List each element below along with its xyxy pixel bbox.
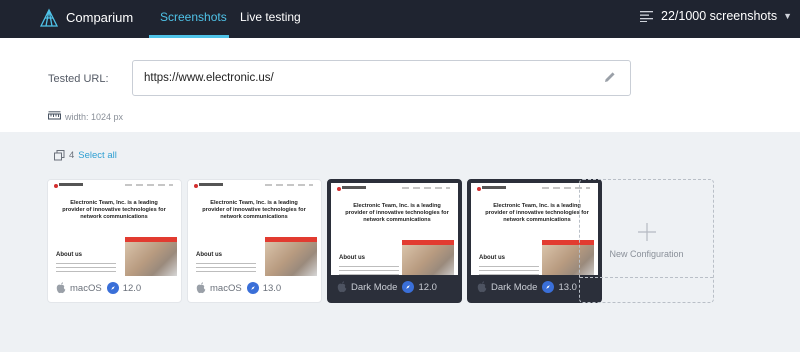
- tested-url-input[interactable]: https://www.electronic.us/: [132, 60, 631, 96]
- safari-icon: [106, 282, 119, 294]
- comparium-logo-icon[interactable]: [38, 7, 60, 29]
- screenshot-thumbnail: Electronic Team, Inc. is a leading provi…: [331, 183, 458, 275]
- screenshot-card[interactable]: Electronic Team, Inc. is a leading provi…: [187, 179, 322, 303]
- thumbnail-headline: Electronic Team, Inc. is a leading provi…: [485, 203, 589, 223]
- apple-icon: [56, 282, 66, 294]
- safari-icon: [246, 282, 259, 294]
- thumbnail-about: About us: [56, 252, 82, 258]
- os-label: Dark Mode: [491, 281, 538, 293]
- safari-icon: [402, 281, 415, 293]
- divider: [580, 277, 713, 278]
- browser-version: 12.0: [122, 282, 142, 294]
- thumbnail-about: About us: [479, 255, 505, 261]
- card-footer: Dark Mode 12.0: [337, 281, 437, 293]
- apple-icon: [477, 281, 487, 293]
- safari-icon: [542, 281, 555, 293]
- ruler-icon: [48, 111, 61, 120]
- pencil-icon[interactable]: [604, 71, 616, 83]
- screenshot-thumbnail: Electronic Team, Inc. is a leading provi…: [188, 180, 321, 279]
- thumbnail-headline: Electronic Team, Inc. is a leading provi…: [345, 203, 449, 223]
- tab-screenshots[interactable]: Screenshots: [160, 10, 227, 24]
- copy-icon: [54, 150, 65, 161]
- screenshot-card[interactable]: Electronic Team, Inc. is a leading provi…: [327, 179, 462, 303]
- top-navigation-bar: Comparium Screenshots Live testing 22/10…: [0, 0, 800, 38]
- browser-version: 13.0: [558, 281, 577, 293]
- screenshot-quota[interactable]: 22/1000 screenshots ▼: [640, 9, 792, 23]
- card-footer: macOS 12.0: [56, 282, 141, 294]
- chevron-down-icon: ▼: [783, 11, 792, 21]
- selected-count: 4: [69, 150, 75, 161]
- os-label: Dark Mode: [351, 281, 398, 293]
- viewport-width: width: 1024 px: [48, 111, 123, 122]
- os-label: macOS: [70, 282, 102, 294]
- thumbnail-headline: Electronic Team, Inc. is a leading provi…: [202, 200, 306, 220]
- thumbnail-headline: Electronic Team, Inc. is a leading provi…: [62, 200, 166, 220]
- plus-icon: [638, 223, 656, 241]
- list-icon: [640, 11, 654, 22]
- apple-icon: [196, 282, 206, 294]
- card-footer: Dark Mode 13.0: [477, 281, 577, 293]
- url-panel: Tested URL: https://www.electronic.us/ w…: [0, 38, 800, 132]
- select-all-link[interactable]: Select all: [78, 150, 117, 161]
- tab-live-testing[interactable]: Live testing: [240, 10, 301, 24]
- os-label: macOS: [210, 282, 242, 294]
- thumbnail-about: About us: [339, 255, 365, 261]
- brand-name[interactable]: Comparium: [66, 10, 133, 25]
- tested-url-value[interactable]: https://www.electronic.us/: [144, 72, 274, 84]
- card-footer: macOS 13.0: [196, 282, 281, 294]
- tested-url-label: Tested URL:: [48, 73, 109, 85]
- thumbnail-about: About us: [196, 252, 222, 258]
- browser-version: 13.0: [262, 282, 282, 294]
- quota-text: 22/1000 screenshots: [661, 9, 778, 23]
- width-text: width: 1024 px: [65, 111, 124, 122]
- new-configuration-label: New Configuration: [609, 249, 684, 259]
- browser-version: 12.0: [418, 281, 437, 293]
- selection-row: 4 Select all: [54, 150, 117, 161]
- apple-icon: [337, 281, 347, 293]
- screenshot-thumbnail: Electronic Team, Inc. is a leading provi…: [48, 180, 181, 279]
- new-configuration-button[interactable]: New Configuration: [579, 179, 714, 303]
- screenshot-card[interactable]: Electronic Team, Inc. is a leading provi…: [47, 179, 182, 303]
